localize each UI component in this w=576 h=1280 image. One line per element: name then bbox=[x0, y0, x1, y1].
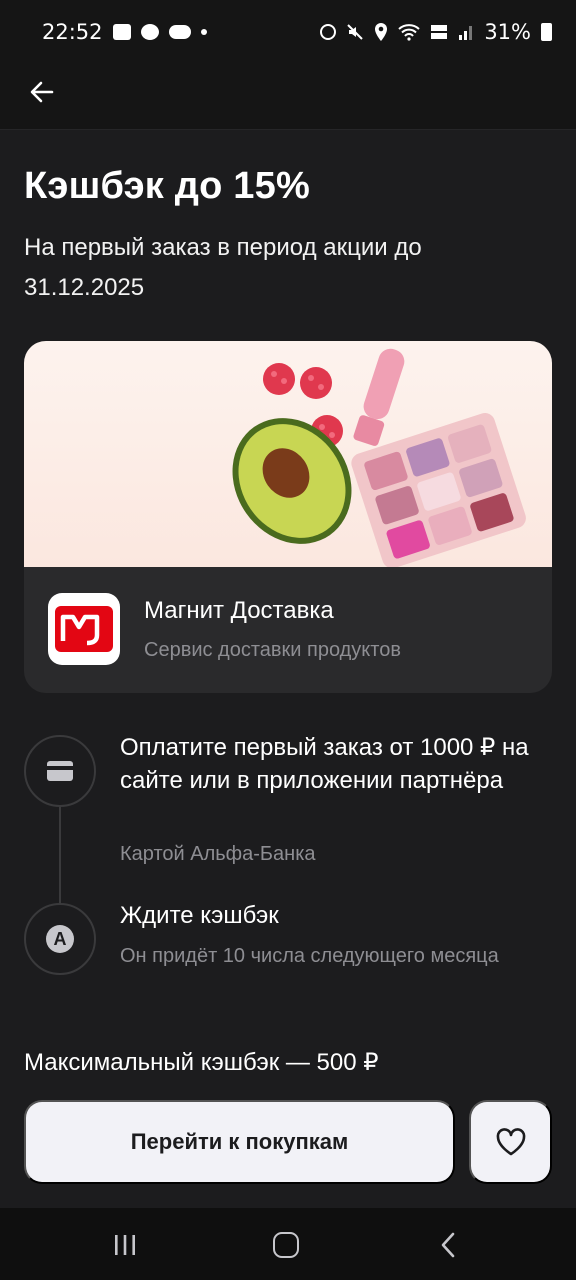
status-bar: 22:52 31% bbox=[0, 0, 576, 64]
step-1-subtitle: Картой Альфа-Банка bbox=[120, 843, 316, 865]
step-1-title: Оплатите первый заказ от 1000 ₽ на сайте… bbox=[120, 734, 529, 794]
step-2-subtitle: Он придёт 10 числа следующего месяца bbox=[120, 945, 499, 967]
offer-subtitle: На первый заказ в период акции до 31.12.… bbox=[24, 234, 422, 301]
partner-description: Сервис доставки продуктов bbox=[144, 639, 401, 661]
arrow-left-icon[interactable] bbox=[26, 76, 58, 108]
step-2-icon-circle: A bbox=[24, 903, 96, 975]
card-icon bbox=[47, 761, 73, 781]
partner-row[interactable]: Магнит Доставка Сервис доставки продукто… bbox=[24, 567, 552, 693]
magnit-logo bbox=[48, 593, 120, 665]
signal-icon bbox=[459, 26, 473, 40]
step-1-icon-circle bbox=[24, 735, 96, 807]
back-icon[interactable] bbox=[438, 1232, 458, 1258]
status-time: 22:52 bbox=[42, 20, 103, 44]
battery-icon bbox=[541, 23, 552, 41]
offer-title: Кэшбэк до 15% bbox=[24, 165, 310, 207]
lipgloss bbox=[353, 348, 405, 446]
dot-icon bbox=[200, 29, 207, 35]
alarm-icon bbox=[320, 24, 337, 40]
steps-connector bbox=[59, 806, 61, 904]
wifi-icon bbox=[398, 24, 420, 41]
home-icon[interactable] bbox=[273, 1232, 299, 1258]
promo-illustration bbox=[232, 348, 526, 569]
chat-icon bbox=[140, 24, 159, 40]
recents-icon[interactable] bbox=[113, 1234, 137, 1256]
app-header bbox=[0, 64, 576, 130]
go-shopping-button[interactable]: Перейти к покупкам bbox=[24, 1100, 455, 1184]
promo-banner bbox=[24, 341, 552, 569]
raspberry-2 bbox=[300, 367, 332, 399]
max-cashback-text: Максимальный кэшбэк — 500 ₽ bbox=[24, 1049, 379, 1076]
heart-icon bbox=[496, 1128, 525, 1156]
volte-icon bbox=[431, 25, 448, 39]
favorite-button[interactable] bbox=[469, 1100, 552, 1184]
mute-icon bbox=[347, 24, 364, 40]
partner-name: Магнит Доставка bbox=[144, 597, 334, 624]
wear-icon bbox=[168, 25, 191, 39]
alfa-a-icon: A bbox=[46, 925, 74, 953]
step-2-title: Ждите кэшбэк bbox=[120, 902, 279, 929]
battery-percent: 31% bbox=[484, 20, 531, 44]
system-nav-bar bbox=[0, 1208, 576, 1280]
raspberry-1 bbox=[263, 363, 295, 395]
gallery-icon bbox=[112, 24, 131, 40]
location-icon bbox=[375, 23, 388, 41]
partner-card[interactable]: Магнит Доставка Сервис доставки продукто… bbox=[24, 341, 552, 693]
